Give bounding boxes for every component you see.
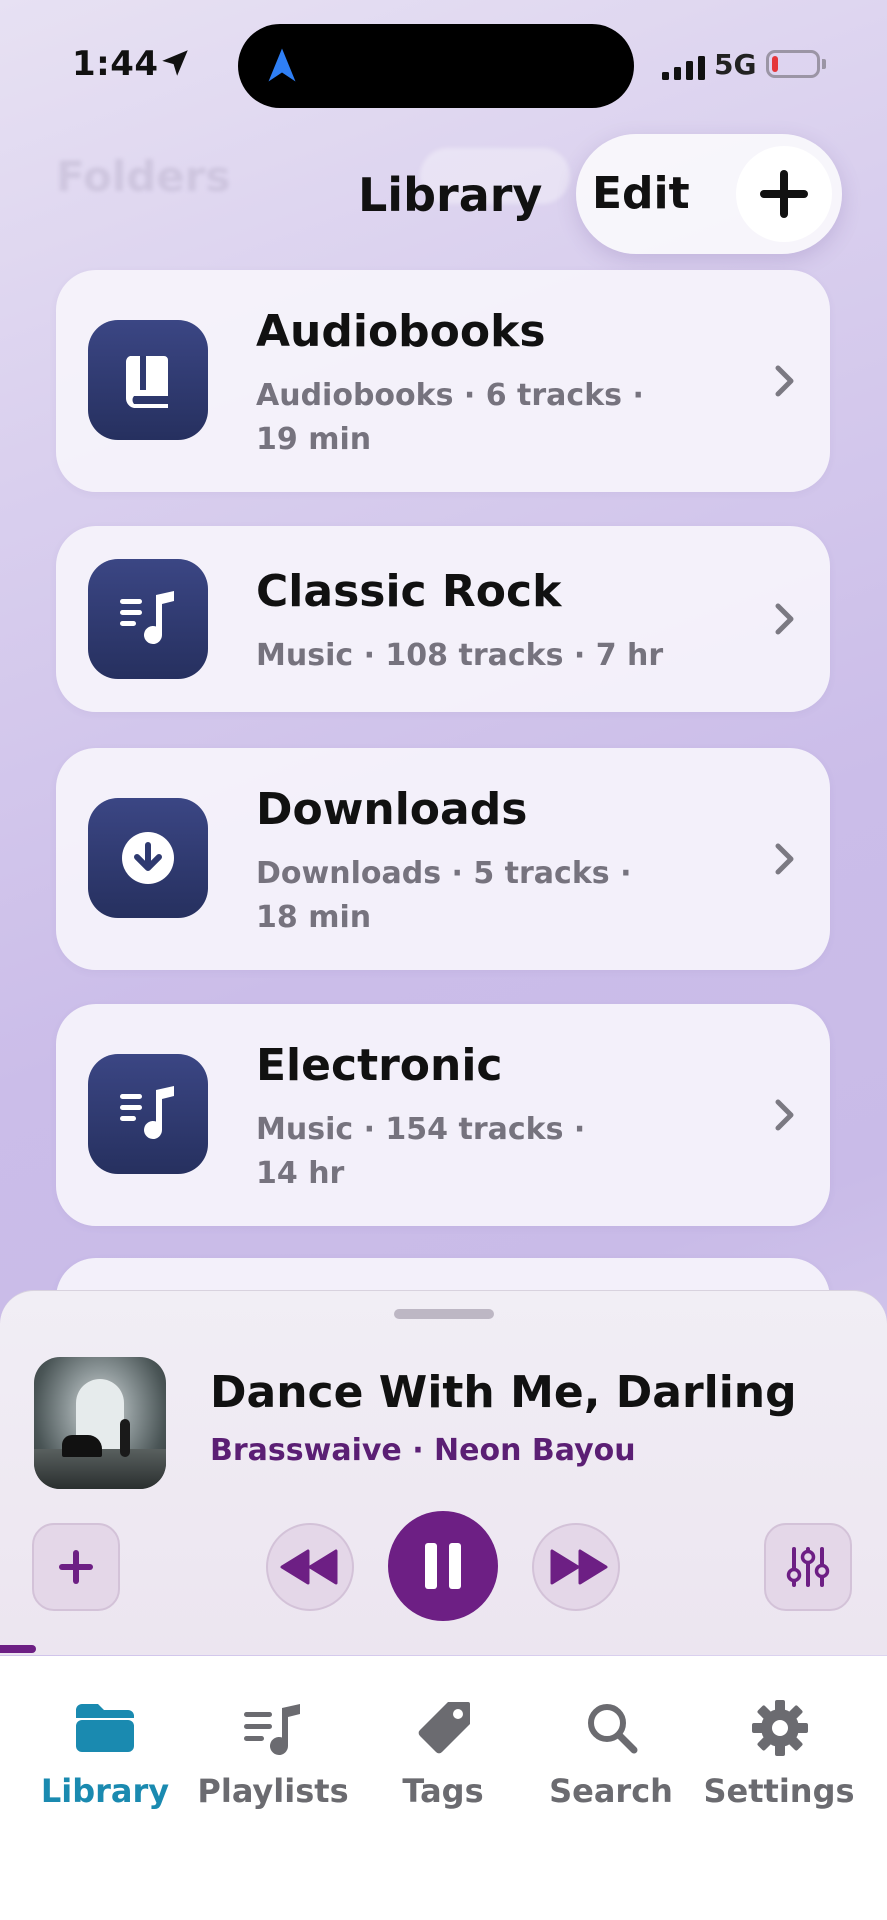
location-arrow-icon [162, 50, 188, 76]
player-grabber[interactable] [394, 1309, 494, 1319]
tab-label: Library [40, 1772, 170, 1810]
folder-subtitle: Music · 108 tracks · 7 hr [256, 638, 664, 673]
folder-card-downloads[interactable]: Downloads Downloads · 5 tracks · 18 min [56, 748, 830, 970]
fast-forward-icon [550, 1549, 608, 1585]
folders-ghost-title: Folders [56, 152, 231, 201]
folder-card-electronic[interactable]: Electronic Music · 154 tracks · 14 hr [56, 1004, 830, 1226]
folder-title: Audiobooks [256, 306, 546, 357]
plus-icon [59, 1550, 93, 1584]
download-icon [122, 832, 174, 884]
sliders-icon [786, 1547, 830, 1587]
folder-title: Downloads [256, 784, 528, 835]
gear-icon [752, 1700, 808, 1756]
music-list-icon [120, 591, 174, 644]
tab-label: Tags [402, 1772, 484, 1810]
battery-icon [766, 50, 820, 78]
battery-tip [822, 59, 826, 69]
folder-tile [88, 320, 208, 440]
chevron-right-icon [775, 1099, 794, 1131]
add-to-playlist-button[interactable] [32, 1523, 120, 1611]
tab-settings[interactable]: Settings [694, 1656, 864, 1810]
tab-playlists[interactable]: Playlists [188, 1656, 358, 1810]
page-title: Library [358, 168, 543, 222]
song-artist[interactable]: Brasswaive · Neon Bayou [210, 1433, 636, 1468]
navigation-arrow-icon [268, 48, 296, 82]
tab-library[interactable]: Library [20, 1656, 190, 1810]
book-icon [125, 356, 168, 408]
music-list-icon [120, 1086, 174, 1139]
tab-label: Search [549, 1772, 673, 1810]
pause-button[interactable] [388, 1511, 498, 1621]
pause-icon [425, 1543, 461, 1589]
folder-tile [88, 1054, 208, 1174]
chevron-right-icon [775, 843, 794, 875]
now-playing-bar[interactable]: Dance With Me, Darling Brasswaive · Neon… [0, 1290, 887, 1655]
playback-progress-bar[interactable] [0, 1645, 36, 1653]
plus-icon [760, 170, 808, 218]
folder-tile [88, 559, 208, 679]
folder-card-audiobooks[interactable]: Audiobooks Audiobooks · 6 tracks · 19 mi… [56, 270, 830, 492]
folder-subtitle: Audiobooks · 6 tracks · 19 min [256, 378, 644, 457]
folder-card-classic-rock[interactable]: Classic Rock Music · 108 tracks · 7 hr [56, 526, 830, 712]
folder-subtitle: Downloads · 5 tracks · 18 min [256, 856, 632, 935]
folder-tile [88, 798, 208, 918]
album-artwork[interactable] [34, 1357, 166, 1489]
chevron-right-icon [775, 603, 794, 635]
folder-subtitle: Music · 154 tracks · 14 hr [256, 1112, 586, 1191]
status-bar: 1:44 5G [0, 0, 887, 120]
edit-button[interactable]: Edit [592, 168, 690, 219]
tab-search[interactable]: Search [526, 1656, 696, 1810]
folder-title: Electronic [256, 1040, 503, 1091]
fast-forward-button[interactable] [532, 1523, 620, 1611]
rewind-icon [280, 1549, 338, 1585]
tab-bar: Library Playlists Tags Search Settings [0, 1656, 887, 1920]
folder-title: Classic Rock [256, 566, 562, 617]
tab-label: Playlists [197, 1772, 349, 1810]
search-icon [588, 1704, 638, 1754]
equalizer-button[interactable] [764, 1523, 852, 1611]
tab-tags[interactable]: Tags [358, 1656, 528, 1810]
playlist-icon [244, 1704, 300, 1755]
song-title: Dance With Me, Darling [210, 1367, 797, 1418]
status-time: 1:44 [72, 44, 159, 84]
tab-label: Settings [703, 1772, 855, 1810]
chevron-right-icon [775, 365, 794, 397]
cellular-signal-icon [662, 56, 705, 80]
add-folder-button[interactable] [736, 146, 832, 242]
network-type: 5G [714, 48, 757, 81]
tag-icon [418, 1702, 470, 1754]
folder-icon [76, 1704, 134, 1752]
rewind-button[interactable] [266, 1523, 354, 1611]
